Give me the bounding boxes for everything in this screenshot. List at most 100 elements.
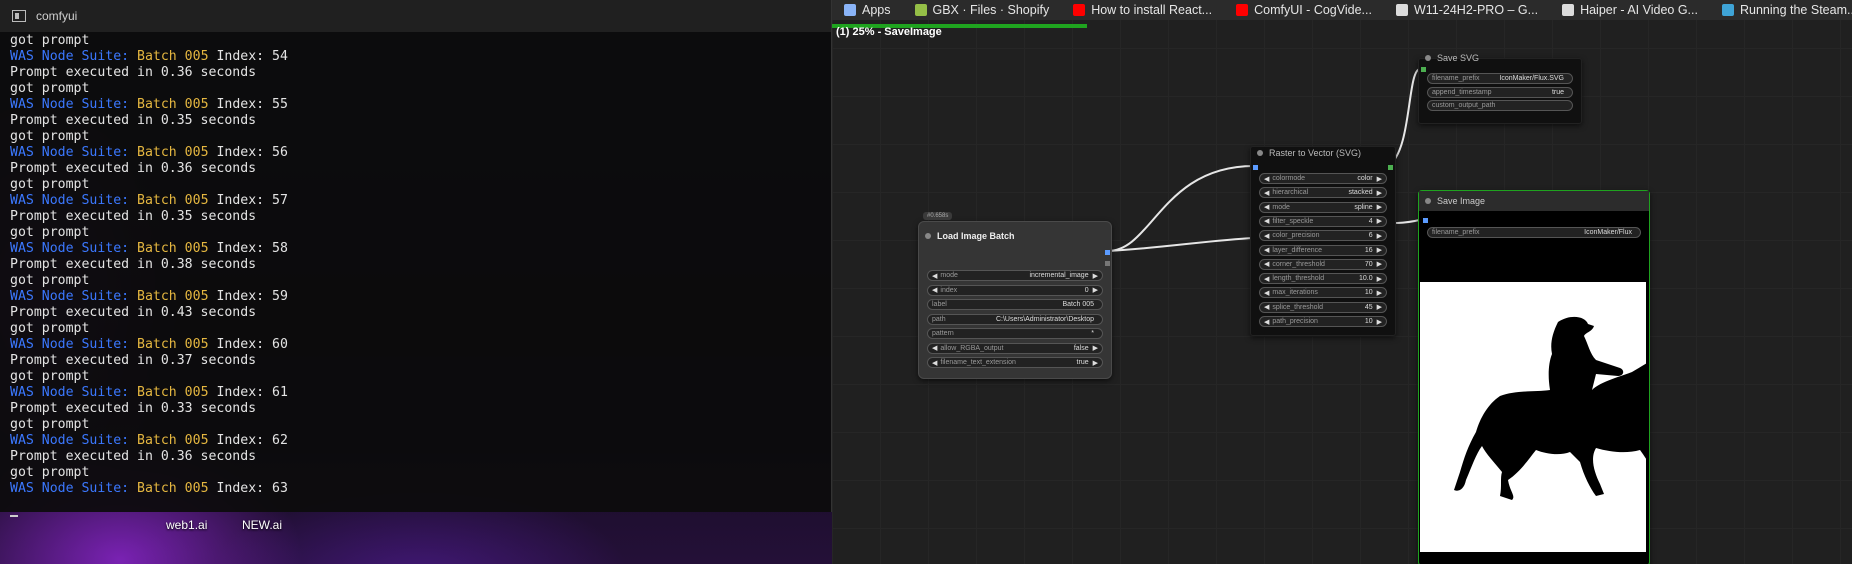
log-source: WAS Node Suite: — [10, 241, 138, 256]
decrement-arrow-icon[interactable]: ◀ — [1264, 289, 1269, 297]
node-title-bar[interactable]: Save Image — [1419, 191, 1649, 211]
terminal-line: WAS Node Suite: Batch 005 Index: 62 — [10, 433, 821, 449]
node-collapse-dot[interactable] — [1257, 150, 1263, 156]
decrement-arrow-icon[interactable]: ◀ — [932, 344, 937, 352]
decrement-arrow-icon[interactable]: ◀ — [1264, 203, 1269, 211]
node-save-svg[interactable]: Save SVG filename_prefix IconMaker/Flux.S… — [1418, 53, 1582, 124]
widget-path[interactable]: path C:\Users\Administrator\Desktop — [927, 313, 1103, 325]
log-source: WAS Node Suite: — [10, 193, 138, 208]
terminal-titlebar[interactable]: comfyui — [0, 0, 831, 32]
increment-arrow-icon[interactable]: ▶ — [1377, 246, 1382, 254]
log-index: Index: 63 — [208, 481, 288, 496]
widget-value: 10 — [1364, 318, 1373, 325]
output-port-filename[interactable] — [1105, 261, 1110, 266]
decrement-arrow-icon[interactable]: ◀ — [1264, 275, 1269, 283]
widget-mode[interactable]: ◀ mode spline ▶ — [1259, 201, 1387, 213]
node-load-image-batch[interactable]: #0.658s Load Image Batch ◀ mode incrementa… — [918, 212, 1112, 379]
widget-append-timestamp[interactable]: append_timestamp true — [1427, 86, 1573, 98]
node-title: Load Image Batch — [937, 231, 1015, 241]
output-port-svg[interactable] — [1388, 165, 1393, 170]
increment-arrow-icon[interactable]: ▶ — [1093, 286, 1098, 294]
increment-arrow-icon[interactable]: ▶ — [1377, 260, 1382, 268]
node-title-bar[interactable]: Save SVG — [1419, 48, 1479, 68]
increment-arrow-icon[interactable]: ▶ — [1093, 344, 1098, 352]
widget-corner-threshold[interactable]: ◀ corner_threshold 70 ▶ — [1259, 258, 1387, 270]
input-port-image[interactable] — [1253, 165, 1258, 170]
widget-label: layer_difference — [1272, 246, 1323, 254]
widget-length-threshold[interactable]: ◀ length_threshold 10.0 ▶ — [1259, 273, 1387, 285]
node-raster-to-vector[interactable]: Raster to Vector (SVG) ◀ colormode color ▶ ◀… — [1250, 146, 1396, 336]
increment-arrow-icon[interactable]: ▶ — [1377, 232, 1382, 240]
widget-label[interactable]: label Batch 005 — [927, 299, 1103, 310]
decrement-arrow-icon[interactable]: ◀ — [1264, 260, 1269, 268]
widget-value: 10.0 — [1358, 275, 1373, 283]
log-index: Index: 59 — [208, 289, 288, 304]
widget-filename-prefix[interactable]: filename_prefix IconMaker/Flux.SVG — [1427, 73, 1573, 84]
node-collapse-dot[interactable] — [1425, 55, 1431, 61]
terminal-window[interactable]: comfyui got prompt WAS Node Suite: Batch … — [0, 0, 832, 517]
comfyui-canvas[interactable]: Apps GBX · Files · Shopify How to install … — [832, 0, 1852, 564]
decrement-arrow-icon[interactable]: ◀ — [1264, 246, 1269, 254]
input-port-images[interactable] — [1423, 218, 1428, 223]
decrement-arrow-icon[interactable]: ◀ — [1264, 175, 1269, 183]
widget-label: allow_RGBA_output — [940, 344, 1004, 352]
decrement-arrow-icon[interactable]: ◀ — [932, 359, 937, 367]
widget-value: color — [1357, 175, 1373, 182]
terminal-output[interactable]: got prompt WAS Node Suite: Batch 005 Inde… — [0, 32, 831, 518]
node-collapse-dot[interactable] — [925, 233, 931, 239]
log-source: WAS Node Suite: — [10, 385, 138, 400]
increment-arrow-icon[interactable]: ▶ — [1377, 303, 1382, 311]
widget-splice-threshold[interactable]: ◀ splice_threshold 45 ▶ — [1259, 301, 1387, 313]
increment-arrow-icon[interactable]: ▶ — [1377, 203, 1382, 211]
log-source: WAS Node Suite: — [10, 289, 138, 304]
terminal-line: WAS Node Suite: Batch 005 Index: 61 — [10, 385, 821, 401]
decrement-arrow-icon[interactable]: ◀ — [1264, 217, 1269, 225]
widget-colormode[interactable]: ◀ colormode color ▶ — [1259, 173, 1387, 184]
desktop-icon-label[interactable]: web1.ai — [166, 518, 207, 532]
increment-arrow-icon[interactable]: ▶ — [1377, 189, 1382, 197]
widget-label: path_precision — [1272, 318, 1318, 325]
log-source: WAS Node Suite: — [10, 97, 138, 112]
decrement-arrow-icon[interactable]: ◀ — [932, 272, 937, 280]
widget-allow-RGBA-output[interactable]: ◀ allow_RGBA_output false ▶ — [927, 342, 1103, 354]
widget-color-precision[interactable]: ◀ color_precision 6 ▶ — [1259, 230, 1387, 242]
widget-custom-output-path[interactable]: custom_output_path — [1427, 100, 1573, 111]
image-preview[interactable] — [1420, 282, 1690, 552]
increment-arrow-icon[interactable]: ▶ — [1377, 175, 1382, 183]
widget-max-iterations[interactable]: ◀ max_iterations 10 ▶ — [1259, 287, 1387, 299]
decrement-arrow-icon[interactable]: ◀ — [1264, 318, 1269, 326]
decrement-arrow-icon[interactable]: ◀ — [932, 286, 937, 294]
input-port-svg[interactable] — [1421, 67, 1426, 72]
node-collapse-dot[interactable] — [1425, 198, 1431, 204]
widget-index[interactable]: ◀ index 0 ▶ — [927, 284, 1103, 296]
widget-filter-speckle[interactable]: ◀ filter_speckle 4 ▶ — [1259, 215, 1387, 227]
widget-mode[interactable]: ◀ mode incremental_image ▶ — [927, 270, 1103, 281]
output-port-image[interactable] — [1105, 250, 1110, 255]
widget-pattern[interactable]: pattern * — [927, 328, 1103, 339]
increment-arrow-icon[interactable]: ▶ — [1093, 359, 1098, 367]
decrement-arrow-icon[interactable]: ◀ — [1264, 189, 1269, 197]
decrement-arrow-icon[interactable]: ◀ — [1264, 303, 1269, 311]
widget-label: path — [932, 315, 946, 323]
widget-hierarchical[interactable]: ◀ hierarchical stacked ▶ — [1259, 187, 1387, 199]
node-title-bar[interactable]: Load Image Batch — [919, 222, 1111, 246]
increment-arrow-icon[interactable]: ▶ — [1377, 275, 1382, 283]
log-source: WAS Node Suite: — [10, 49, 138, 64]
increment-arrow-icon[interactable]: ▶ — [1377, 289, 1382, 297]
terminal-line: got prompt — [10, 81, 90, 96]
widget-filename-prefix[interactable]: filename_prefix IconMaker/Flux — [1427, 227, 1641, 238]
desktop-icon-label[interactable]: NEW.ai — [242, 518, 282, 532]
widget-layer-difference[interactable]: ◀ layer_difference 16 ▶ — [1259, 244, 1387, 256]
log-source: WAS Node Suite: — [10, 145, 138, 160]
increment-arrow-icon[interactable]: ▶ — [1377, 217, 1382, 225]
increment-arrow-icon[interactable]: ▶ — [1093, 272, 1098, 280]
increment-arrow-icon[interactable]: ▶ — [1377, 318, 1382, 326]
log-batch-label: Batch 005 — [137, 337, 209, 352]
terminal-line: WAS Node Suite: Batch 005 Index: 57 — [10, 193, 821, 209]
widget-path-precision[interactable]: ◀ path_precision 10 ▶ — [1259, 316, 1387, 327]
node-title-bar[interactable]: Raster to Vector (SVG) — [1251, 143, 1361, 163]
log-batch-label: Batch 005 — [137, 193, 209, 208]
decrement-arrow-icon[interactable]: ◀ — [1264, 232, 1269, 240]
widget-filename-text-extension[interactable]: ◀ filename_text_extension true ▶ — [927, 357, 1103, 368]
widget-value: C:\Users\Administrator\Desktop — [995, 315, 1094, 323]
